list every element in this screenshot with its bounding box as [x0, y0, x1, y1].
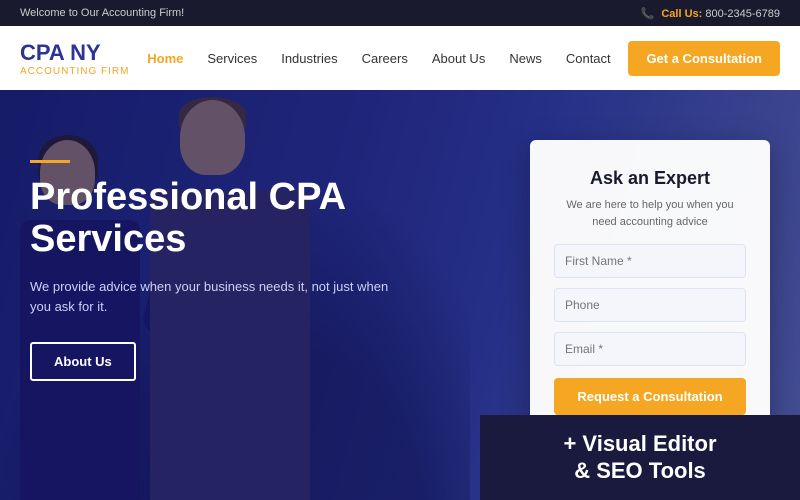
nav-contact[interactable]: Contact	[554, 26, 623, 90]
phone-input[interactable]	[554, 288, 746, 322]
hero-subtext: We provide advice when your business nee…	[30, 277, 410, 319]
logo-sub: Accounting Firm	[20, 66, 129, 77]
header-cta-button[interactable]: Get a Consultation	[628, 41, 780, 76]
first-name-input[interactable]	[554, 244, 746, 278]
email-input[interactable]	[554, 332, 746, 366]
expert-form-card: Ask an Expert We are here to help you wh…	[530, 140, 770, 439]
hero-heading: Professional CPA Services	[30, 177, 410, 261]
main-nav: Home Services Industries Careers About U…	[135, 26, 622, 90]
form-submit-button[interactable]: Request a Consultation	[554, 378, 746, 415]
hero-section: Professional CPA Services We provide adv…	[0, 90, 800, 500]
promo-bar: + Visual Editor & SEO Tools	[480, 415, 800, 500]
nav-about[interactable]: About Us	[420, 26, 497, 90]
welcome-text: Welcome to Our Accounting Firm!	[20, 7, 184, 19]
nav-home[interactable]: Home	[135, 26, 195, 90]
call-label: Call Us:	[661, 8, 702, 20]
phone-number: 800-2345-6789	[705, 8, 780, 20]
top-bar: Welcome to Our Accounting Firm! 📞 Call U…	[0, 0, 800, 26]
header: CPA NY Accounting Firm Home Services Ind…	[0, 26, 800, 90]
nav-industries[interactable]: Industries	[269, 26, 349, 90]
about-us-button[interactable]: About Us	[30, 342, 136, 381]
logo-main: CPA NY	[20, 40, 129, 66]
phone-area: 📞 Call Us: 800-2345-6789	[641, 7, 780, 20]
hero-text-block: Professional CPA Services We provide adv…	[30, 130, 410, 381]
form-description: We are here to help you when you need ac…	[554, 197, 746, 230]
phone-icon: 📞	[641, 8, 655, 20]
accent-line	[30, 160, 70, 163]
form-title: Ask an Expert	[554, 168, 746, 189]
nav-careers[interactable]: Careers	[350, 26, 420, 90]
logo: CPA NY Accounting Firm	[20, 40, 129, 77]
nav-news[interactable]: News	[497, 26, 554, 90]
nav-services[interactable]: Services	[195, 26, 269, 90]
promo-text: + Visual Editor & SEO Tools	[563, 431, 716, 484]
